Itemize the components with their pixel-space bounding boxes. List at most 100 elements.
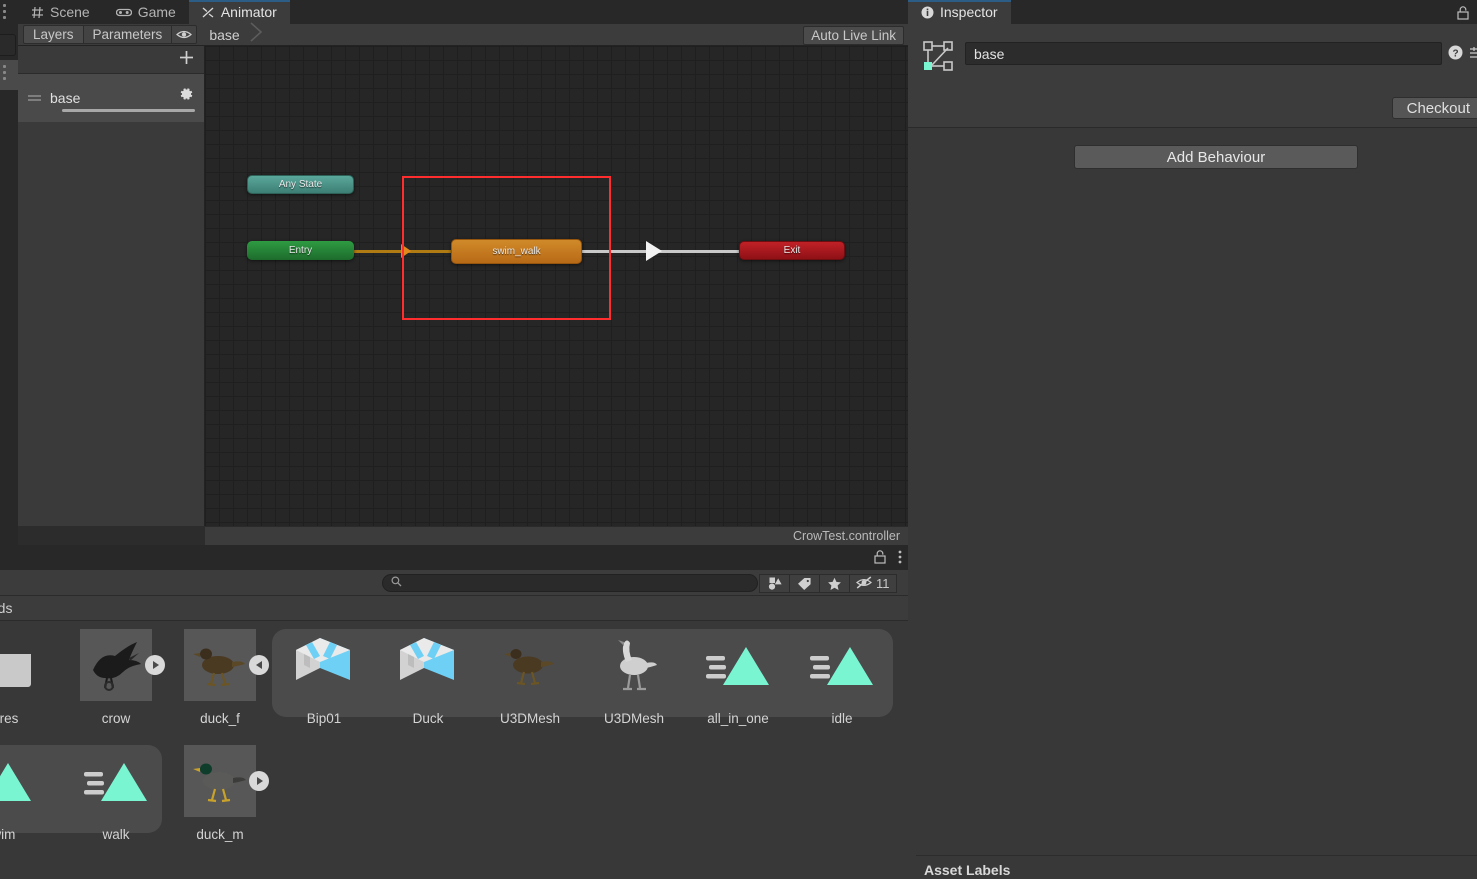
tab-scene[interactable]: Scene [18, 0, 103, 24]
graph-node-any-state-label: Any State [278, 179, 323, 190]
hidden-assets-count-label: 11 [876, 576, 890, 591]
asset-item-swim[interactable]: swim [0, 745, 52, 842]
eye-slash-icon [855, 575, 873, 592]
kebab-menu-icon[interactable] [898, 550, 902, 569]
subtab-parameters[interactable]: Parameters [82, 25, 173, 44]
goose-mesh-icon [598, 629, 670, 701]
expand-right-icon[interactable] [145, 655, 165, 675]
checkout-button[interactable]: Checkout [1391, 97, 1477, 119]
asset-item-all-in-one[interactable]: all_in_one [686, 629, 790, 726]
layer-item-label: base [50, 90, 81, 106]
eye-icon[interactable] [171, 25, 198, 44]
cutoff-row[interactable] [0, 60, 18, 90]
gear-icon[interactable] [178, 86, 194, 107]
lock-icon[interactable] [1457, 6, 1469, 25]
type-filter-icon[interactable] [759, 574, 790, 593]
project-search-filters: 11 [759, 574, 897, 593]
animation-clip-icon [702, 629, 774, 701]
asset-item-label: swim [0, 827, 16, 842]
graph-node-exit[interactable]: Exit [739, 241, 845, 260]
subtab-layers[interactable]: Layers [23, 25, 84, 44]
asset-item-crow[interactable]: crow [64, 629, 168, 726]
graph-node-entry[interactable]: Entry [247, 241, 354, 260]
asset-item-u3dmesh-duck[interactable]: U3DMesh [478, 629, 582, 726]
auto-live-link-button[interactable]: Auto Live Link [803, 26, 904, 45]
duck-model-icon [184, 629, 269, 701]
asset-item-idle[interactable]: idle [790, 629, 894, 726]
layer-item-base[interactable]: base [18, 74, 204, 122]
preset-icon[interactable] [1470, 46, 1477, 65]
tab-animator[interactable]: Animator [188, 0, 290, 24]
add-behaviour-button[interactable]: Add Behaviour [1074, 145, 1358, 169]
transition-arrow-icon [646, 241, 662, 261]
project-window: 11 rds xtures [0, 545, 908, 879]
favorites-star-icon[interactable] [819, 574, 850, 593]
tab-animator-label: Animator [220, 4, 277, 20]
search-input[interactable] [382, 574, 758, 592]
animator-status-bar: CrowTest.controller [205, 526, 908, 545]
animator-state-graph[interactable]: Any State Entry swim_walk Exit [205, 46, 908, 526]
asset-item-label: U3DMesh [603, 711, 665, 726]
layers-add-row [18, 46, 204, 74]
asset-item-label: idle [831, 711, 853, 726]
collapse-left-icon[interactable] [249, 655, 269, 675]
drag-handle-icon[interactable] [28, 89, 42, 107]
animator-controller-icon [923, 40, 955, 79]
left-edge-panel-sliver [0, 0, 18, 545]
help-icon[interactable]: ? [1448, 45, 1463, 65]
kebab-menu-icon[interactable] [3, 4, 6, 22]
inspector-name-value: base [974, 45, 1005, 62]
search-field[interactable] [407, 576, 749, 590]
tab-inspector[interactable]: Inspector [908, 0, 1011, 24]
inspector-tab-bar: Inspector [908, 0, 1477, 24]
graph-node-exit-label: Exit [783, 245, 801, 256]
hidden-assets-count[interactable]: 11 [849, 574, 897, 593]
breadcrumb-base[interactable]: base [209, 27, 239, 43]
tab-game-label: Game [137, 4, 176, 20]
prefab-cube-icon [392, 629, 464, 701]
asset-item-label: walk [102, 827, 130, 842]
asset-labels-title: Asset Labels [924, 862, 1011, 878]
cutoff-field[interactable] [0, 34, 16, 56]
asset-item-duck-prefab[interactable]: Duck [376, 629, 480, 726]
asset-item-duck-m[interactable]: duck_m [168, 745, 272, 842]
animator-subtoolbar: Layers Parameters base Auto Live Link [18, 22, 908, 46]
asset-item-label: Bip01 [306, 711, 342, 726]
asset-item-label: Duck [412, 711, 444, 726]
animation-clip-icon [80, 745, 152, 817]
info-icon [921, 6, 934, 19]
animator-window: Scene Game Animator Layers Parameters ba… [18, 0, 908, 545]
project-asset-grid[interactable]: xtures crow [0, 621, 908, 879]
lock-icon[interactable] [874, 550, 886, 569]
kebab-menu-icon[interactable] [3, 65, 6, 83]
inspector-header: base ? Checkout [908, 24, 1477, 128]
layer-weight-bar[interactable] [62, 109, 195, 112]
animator-layers-panel: base [18, 46, 205, 526]
asset-item-duck-f[interactable]: duck_f [168, 629, 272, 726]
graph-node-swim-walk[interactable]: swim_walk [451, 239, 582, 264]
label-filter-icon[interactable] [789, 574, 820, 593]
asset-item-u3dmesh-goose[interactable]: U3DMesh [582, 629, 686, 726]
gamepad-icon [115, 7, 132, 18]
animator-controller-name: CrowTest.controller [793, 529, 900, 543]
project-breadcrumb-label: rds [0, 600, 13, 616]
subtab-parameters-label: Parameters [92, 27, 163, 42]
plus-icon[interactable] [178, 49, 195, 71]
crow-model-icon [80, 629, 165, 701]
subtab-layers-label: Layers [33, 27, 74, 42]
graph-node-swim-walk-label: swim_walk [492, 246, 541, 257]
inspector-name-field[interactable]: base [965, 42, 1442, 65]
project-tab-strip [0, 545, 908, 570]
tab-game[interactable]: Game [103, 0, 189, 24]
animation-clip-icon [806, 629, 878, 701]
asset-item-bip01[interactable]: Bip01 [272, 629, 376, 726]
graph-node-any-state[interactable]: Any State [247, 175, 354, 194]
expand-right-icon[interactable] [249, 771, 269, 791]
svg-text:?: ? [1452, 48, 1458, 59]
asset-item-textures[interactable]: xtures [0, 629, 52, 726]
tab-scene-label: Scene [50, 4, 90, 20]
animation-clip-icon [0, 745, 36, 817]
grid-icon [31, 6, 44, 19]
asset-item-walk[interactable]: walk [64, 745, 168, 842]
project-breadcrumb[interactable]: rds [0, 596, 908, 621]
